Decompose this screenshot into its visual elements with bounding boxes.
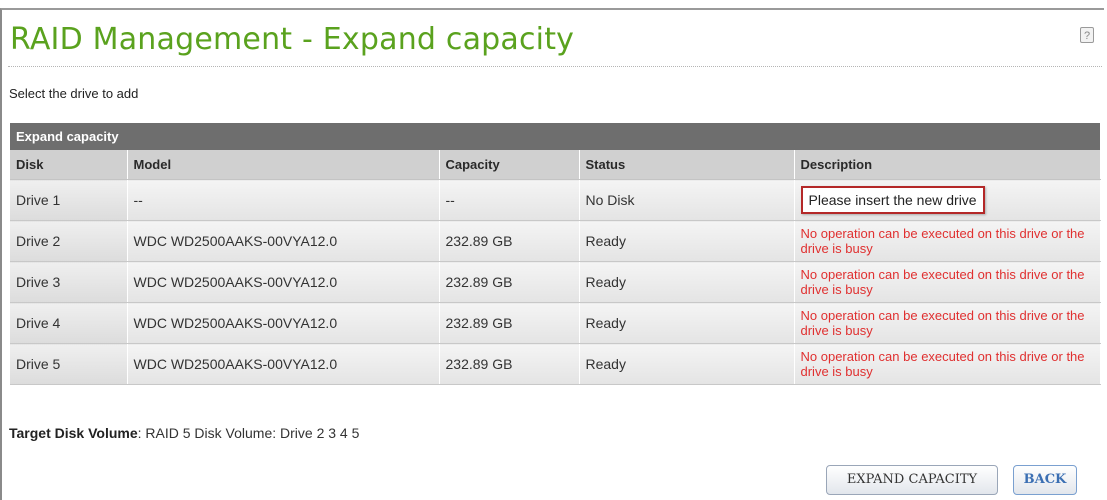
expand-capacity-button[interactable]: EXPAND CAPACITY [826, 465, 998, 495]
target-disk-volume: Target Disk Volume: RAID 5 Disk Volume: … [9, 425, 359, 441]
status-cell: Ready [579, 343, 795, 385]
model-cell: WDC WD2500AAKS-00VYA12.0 [127, 343, 440, 385]
disk-cell: Drive 3 [10, 261, 128, 303]
table-header-row: Disk Model Capacity Status Description [10, 150, 1101, 180]
description-cell: No operation can be executed on this dri… [794, 343, 1101, 385]
target-disk-volume-label: Target Disk Volume [9, 425, 138, 441]
status-cell: Ready [579, 302, 795, 344]
disk-cell: Drive 1 [10, 179, 128, 221]
status-cell: Ready [579, 220, 795, 262]
disk-cell: Drive 4 [10, 302, 128, 344]
status-cell: Ready [579, 261, 795, 303]
instruction-text: Select the drive to add [9, 86, 139, 101]
table-row[interactable]: Drive 3 WDC WD2500AAKS-00VYA12.0 232.89 … [10, 261, 1101, 303]
capacity-cell: -- [439, 179, 580, 221]
description-cell: No operation can be executed on this dri… [794, 220, 1101, 262]
drive-table: Disk Model Capacity Status Description D… [10, 150, 1101, 385]
table-row[interactable]: Drive 4 WDC WD2500AAKS-00VYA12.0 232.89 … [10, 302, 1101, 344]
capacity-cell: 232.89 GB [439, 302, 580, 344]
help-icon[interactable]: ? [1080, 27, 1094, 43]
capacity-cell: 232.89 GB [439, 343, 580, 385]
model-cell: -- [127, 179, 440, 221]
status-cell: No Disk [579, 179, 795, 221]
description-cell: Please insert the new drive [794, 179, 1101, 221]
back-button[interactable]: BACK [1013, 465, 1077, 495]
column-header-status: Status [579, 150, 795, 180]
target-disk-volume-value: : RAID 5 Disk Volume: Drive 2 3 4 5 [137, 425, 360, 441]
column-header-model: Model [127, 150, 440, 180]
model-cell: WDC WD2500AAKS-00VYA12.0 [127, 220, 440, 262]
disk-cell: Drive 5 [10, 343, 128, 385]
description-cell: No operation can be executed on this dri… [794, 261, 1101, 303]
page-title: RAID Management - Expand capacity [10, 22, 575, 57]
table-row[interactable]: Drive 2 WDC WD2500AAKS-00VYA12.0 232.89 … [10, 220, 1101, 262]
description-cell: No operation can be executed on this dri… [794, 302, 1101, 344]
capacity-cell: 232.89 GB [439, 261, 580, 303]
column-header-description: Description [794, 150, 1101, 180]
model-cell: WDC WD2500AAKS-00VYA12.0 [127, 302, 440, 344]
model-cell: WDC WD2500AAKS-00VYA12.0 [127, 261, 440, 303]
table-row[interactable]: Drive 5 WDC WD2500AAKS-00VYA12.0 232.89 … [10, 343, 1101, 385]
table-row[interactable]: Drive 1 -- -- No Disk Please insert the … [10, 179, 1101, 221]
insert-drive-callout: Please insert the new drive [800, 186, 985, 214]
column-header-disk: Disk [10, 150, 128, 180]
expand-capacity-table: Expand capacity Disk Model Capacity Stat… [10, 123, 1101, 385]
column-header-capacity: Capacity [439, 150, 580, 180]
capacity-cell: 232.89 GB [439, 220, 580, 262]
disk-cell: Drive 2 [10, 220, 128, 262]
table-caption: Expand capacity [10, 123, 1100, 150]
title-divider [8, 66, 1102, 67]
